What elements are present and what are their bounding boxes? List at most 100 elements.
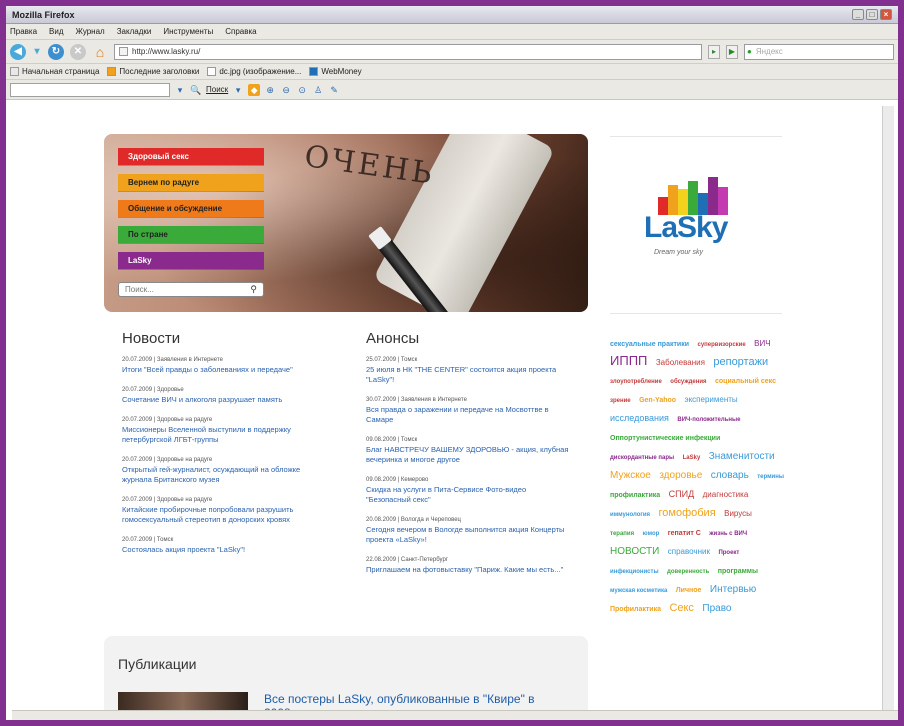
tag-link[interactable]: Заболевания bbox=[656, 358, 705, 367]
menu-item[interactable]: Вид bbox=[49, 27, 63, 36]
minimize-icon[interactable]: _ bbox=[852, 9, 864, 20]
tag-link[interactable]: Секс bbox=[669, 602, 694, 614]
tag-link[interactable]: ИППП bbox=[610, 353, 647, 368]
tag-link[interactable]: Вирусы bbox=[724, 509, 752, 518]
news-link[interactable]: Состоялась акция проекта "LaSky"! bbox=[122, 545, 328, 555]
tag-link[interactable]: инфекционисты bbox=[610, 569, 659, 575]
tag-link[interactable]: Право bbox=[702, 603, 731, 614]
tag-link[interactable]: диагностика bbox=[703, 490, 749, 499]
tag-link[interactable]: юмор bbox=[643, 531, 660, 537]
tag-link[interactable]: обсуждения bbox=[670, 379, 706, 385]
hero-menu-item[interactable]: Общение и обсуждение bbox=[118, 200, 264, 217]
pen-icon[interactable]: ✎ bbox=[328, 84, 340, 96]
bookmark-item[interactable]: dc.jpg (изображение... bbox=[207, 67, 301, 76]
news-link[interactable]: Китайские пробирочные попробовали разруш… bbox=[122, 505, 328, 525]
bookmark-item[interactable]: Последние заголовки bbox=[107, 67, 199, 76]
tag-link[interactable]: мужская косметика bbox=[610, 588, 667, 594]
zoom-reset-icon[interactable]: ⊙ bbox=[296, 84, 308, 96]
hero-menu-item[interactable]: Вернем по радуге bbox=[118, 174, 264, 191]
tag-link[interactable]: Gen-Yahoo bbox=[639, 397, 676, 404]
tag-link[interactable]: эксперименты bbox=[685, 395, 738, 404]
news-link[interactable]: Благ НАВСТРЕЧУ ВАШЕМУ ЗДОРОВЬЮ - акция, … bbox=[366, 445, 572, 465]
tag-link[interactable]: сексуальные практики bbox=[610, 341, 689, 348]
tag-link[interactable]: доверенность bbox=[667, 569, 709, 575]
url-bar[interactable]: http://www.lasky.ru/ bbox=[114, 43, 702, 60]
logo[interactable]: LaSky bbox=[644, 211, 728, 245]
tag-link[interactable]: ВИЧ-положительные bbox=[677, 417, 740, 423]
zoom-out-icon[interactable]: ⊖ bbox=[280, 84, 292, 96]
user-icon[interactable]: ♙ bbox=[312, 84, 324, 96]
bookmark-item[interactable]: WebMoney bbox=[309, 67, 362, 76]
dropdown-icon[interactable]: ▾ bbox=[232, 84, 244, 96]
menu-item[interactable]: Закладки bbox=[117, 27, 152, 36]
hero-menu-item[interactable]: LaSky bbox=[118, 252, 264, 269]
tag-link[interactable]: исследования bbox=[610, 413, 669, 423]
hero-menu-item[interactable]: Здоровый секс bbox=[118, 148, 264, 165]
tag-link[interactable]: иммунология bbox=[610, 512, 650, 518]
tag-link[interactable]: программы bbox=[718, 568, 758, 575]
news-link[interactable]: Итоги "Всей правды о заболеваниях и пере… bbox=[122, 365, 328, 375]
tag-link[interactable]: ВИЧ bbox=[754, 339, 770, 348]
tag-link[interactable]: LaSky bbox=[683, 455, 701, 461]
menu-item[interactable]: Справка bbox=[225, 27, 256, 36]
hero-menu-item[interactable]: По стране bbox=[118, 226, 264, 243]
toolbar-search-input[interactable] bbox=[10, 82, 170, 97]
tag-link[interactable]: Мужское bbox=[610, 470, 651, 481]
search-engine-icon[interactable]: ● bbox=[747, 47, 752, 56]
tag-link[interactable]: Личное bbox=[676, 587, 702, 594]
tag-link[interactable]: здоровье bbox=[659, 470, 702, 481]
tag-link[interactable]: дискордантные пары bbox=[610, 455, 674, 461]
tag-link[interactable]: СПИД bbox=[669, 489, 695, 499]
tag-link[interactable]: гомофобия bbox=[659, 507, 716, 519]
news-link[interactable]: Скидка на услуги в Пита-Сервисе Фото-вид… bbox=[366, 485, 572, 505]
tag-link[interactable]: справочник bbox=[668, 547, 710, 556]
tag-link[interactable]: Профилактика bbox=[610, 606, 661, 613]
tag-link[interactable]: злоупотребление bbox=[610, 379, 662, 385]
menu-item[interactable]: Журнал bbox=[76, 27, 105, 36]
tag-link[interactable]: Оппортунистические инфекции bbox=[610, 435, 720, 442]
tag-link[interactable]: гепатит С bbox=[668, 530, 701, 537]
hero-search-input[interactable]: Поиск... ⚲ bbox=[118, 282, 264, 297]
publication-thumbnail[interactable] bbox=[118, 692, 248, 710]
tag-link[interactable]: словарь bbox=[711, 470, 749, 481]
tag-link[interactable]: зрение bbox=[610, 398, 631, 404]
dropdown-arrow-icon[interactable]: ▾ bbox=[32, 44, 42, 60]
close-icon[interactable]: × bbox=[880, 9, 892, 20]
back-arrow-icon[interactable]: ◀ bbox=[10, 43, 26, 60]
news-link[interactable]: Сочетание ВИЧ и алкоголя разрушает памят… bbox=[122, 395, 328, 405]
news-link[interactable]: Открытый гей-журналист, осуждающий на об… bbox=[122, 465, 328, 485]
search-icon[interactable]: ⚲ bbox=[250, 283, 257, 296]
search-box[interactable]: ● Яндекс bbox=[744, 43, 894, 60]
home-icon[interactable]: ⌂ bbox=[92, 44, 108, 60]
highlight-icon[interactable]: ◆ bbox=[248, 83, 261, 96]
search-icon[interactable]: 🔍 bbox=[190, 84, 202, 96]
go-icon[interactable]: ▸ bbox=[708, 44, 720, 59]
tag-link[interactable]: супервизорские bbox=[697, 342, 745, 348]
publication-link[interactable]: Все постеры LaSky, опубликованные в "Кви… bbox=[264, 692, 574, 710]
tag-link[interactable]: социальный секс bbox=[715, 378, 776, 385]
news-link[interactable]: Миссионеры Вселенной выступили в поддерж… bbox=[122, 425, 328, 445]
news-link[interactable]: Приглашаем на фотовыставку "Париж. Какие… bbox=[366, 565, 572, 575]
tag-link[interactable]: термины bbox=[757, 474, 784, 480]
tag-link[interactable]: профилактика bbox=[610, 492, 660, 499]
menu-item[interactable]: Правка bbox=[10, 27, 37, 36]
tag-link[interactable]: репортажи bbox=[713, 356, 768, 368]
bookmark-item[interactable]: Начальная страница bbox=[10, 67, 99, 76]
toolbar-search-label[interactable]: Поиск bbox=[206, 85, 228, 94]
zoom-in-icon[interactable]: ⊕ bbox=[264, 84, 276, 96]
dropdown-icon[interactable]: ▾ bbox=[174, 84, 186, 96]
menu-item[interactable]: Инструменты bbox=[163, 27, 213, 36]
tag-link[interactable]: НОВОСТИ bbox=[610, 546, 659, 557]
tag-link[interactable]: жизнь с ВИЧ bbox=[709, 531, 747, 537]
reload-icon[interactable]: ↻ bbox=[48, 43, 64, 60]
tag-link[interactable]: Знаменитости bbox=[709, 451, 775, 462]
maximize-icon[interactable]: □ bbox=[866, 9, 878, 20]
tag-link[interactable]: Интервью bbox=[710, 584, 756, 595]
news-link[interactable]: Сегодня вечером в Вологде выполнится акц… bbox=[366, 525, 572, 545]
tag-link[interactable]: Проект bbox=[718, 550, 739, 556]
tag-link[interactable]: терапия bbox=[610, 531, 634, 537]
vertical-scrollbar[interactable] bbox=[882, 106, 894, 710]
go-arrow-icon[interactable]: ▶ bbox=[726, 44, 738, 59]
news-link[interactable]: 25 июля в НК "THE CENTER" состоится акци… bbox=[366, 365, 572, 385]
news-link[interactable]: Вся правда о заражении и передаче на Мос… bbox=[366, 405, 572, 425]
